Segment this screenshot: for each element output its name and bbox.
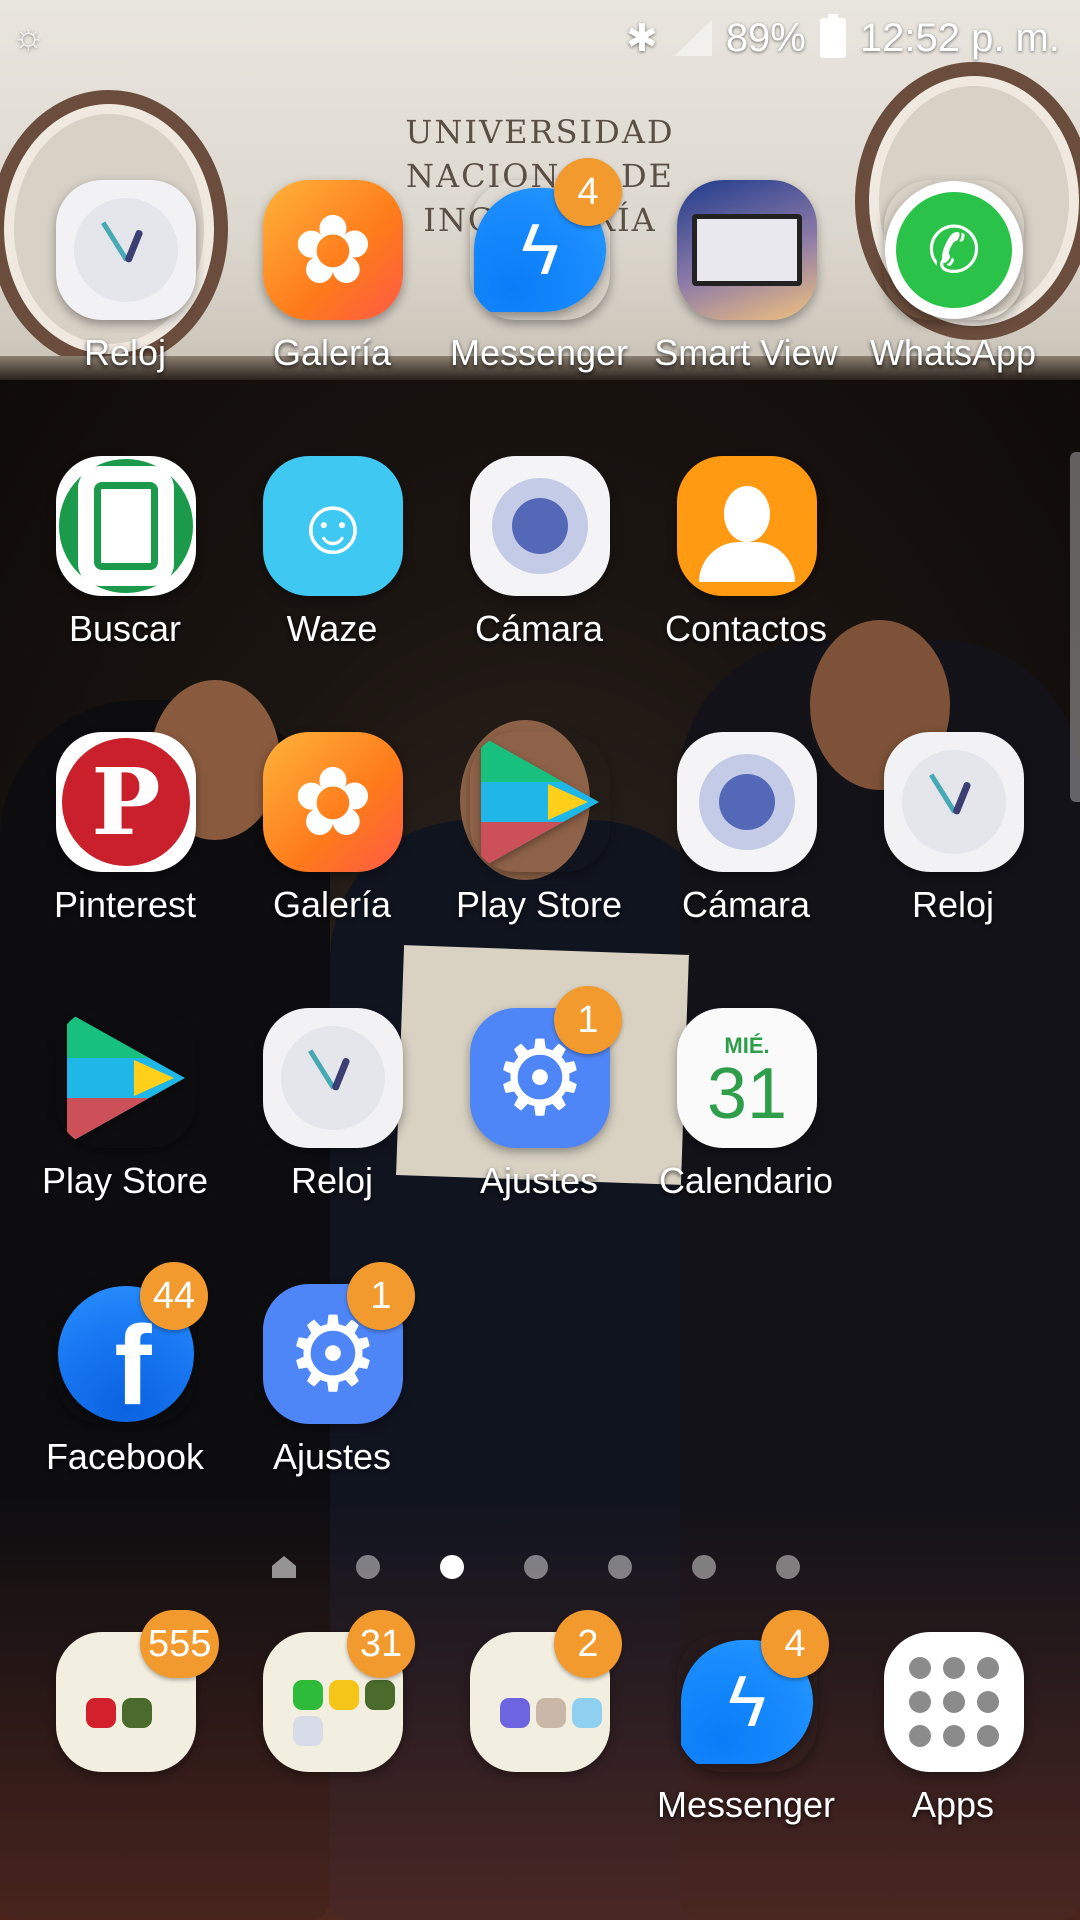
status-bar[interactable]: ☼ ✱ 89% 12:52 p. m. bbox=[0, 0, 1080, 76]
dock-folder-1[interactable]: 555 bbox=[30, 1610, 220, 1822]
internet-icon bbox=[500, 1698, 530, 1728]
app-label: Contactos bbox=[664, 608, 828, 649]
app-label: Ajustes bbox=[272, 1436, 392, 1477]
app-facebook[interactable]: f 44 Facebook bbox=[30, 1262, 220, 1477]
battery-icon bbox=[819, 14, 846, 58]
app-label: Facebook bbox=[45, 1436, 205, 1477]
app-buscar[interactable]: Buscar bbox=[30, 456, 220, 649]
notification-badge: 555 bbox=[140, 1610, 220, 1678]
pinterest-icon: P bbox=[56, 732, 196, 872]
clock-icon bbox=[263, 1008, 403, 1148]
app-label: Galería bbox=[272, 884, 392, 925]
app-contactos[interactable]: Contactos bbox=[651, 456, 841, 649]
app-play-store[interactable]: Play Store bbox=[30, 1008, 220, 1201]
app-label: Reloj bbox=[911, 884, 995, 925]
play-store-icon bbox=[470, 732, 610, 872]
notification-badge: 31 bbox=[347, 1610, 415, 1678]
app-reloj[interactable]: Reloj bbox=[858, 732, 1048, 925]
app-label: Apps bbox=[911, 1784, 995, 1825]
apps-grid-icon bbox=[884, 1632, 1024, 1772]
app-galeria[interactable]: ✿ Galería bbox=[237, 180, 427, 373]
app-reloj[interactable]: Reloj bbox=[237, 1008, 427, 1201]
waze-icon: ☺ bbox=[263, 456, 403, 596]
battery-percent: 89% bbox=[725, 15, 806, 60]
app-mini-icon bbox=[365, 1680, 395, 1710]
notification-badge: 2 bbox=[554, 1610, 622, 1678]
app-label: Play Store bbox=[455, 884, 623, 925]
weather-sun-cloud-icon: ☼ bbox=[12, 15, 45, 56]
gallery-icon: ✿ bbox=[263, 180, 403, 320]
page-dot[interactable] bbox=[356, 1555, 380, 1579]
page-dot[interactable] bbox=[776, 1555, 800, 1579]
app-label: Reloj bbox=[290, 1160, 374, 1201]
app-label: Smart View bbox=[654, 332, 838, 373]
signal-icon bbox=[672, 18, 712, 58]
app-label: Reloj bbox=[83, 332, 167, 373]
camera-icon bbox=[293, 1716, 323, 1746]
app-mini-icon bbox=[572, 1698, 602, 1728]
app-label: Pinterest bbox=[53, 884, 197, 925]
edge-panel-handle[interactable] bbox=[1070, 452, 1080, 802]
app-pinterest[interactable]: P Pinterest bbox=[30, 732, 220, 925]
app-smart-view[interactable]: Smart View bbox=[651, 180, 841, 373]
app-label: Ajustes bbox=[479, 1160, 599, 1201]
app-ajustes[interactable]: ⚙ 1 Ajustes bbox=[444, 986, 634, 1201]
notification-badge: 4 bbox=[761, 1610, 829, 1678]
page-dot[interactable] bbox=[524, 1555, 548, 1579]
page-dot[interactable] bbox=[692, 1555, 716, 1579]
find-device-icon bbox=[56, 456, 196, 596]
camera-icon bbox=[470, 456, 610, 596]
app-label: Play Store bbox=[41, 1160, 209, 1201]
whatsapp-icon: ✆ bbox=[884, 180, 1024, 320]
notification-badge: 4 bbox=[554, 158, 622, 226]
bluetooth-icon: ✱ bbox=[625, 17, 658, 60]
home-icon[interactable] bbox=[272, 1556, 296, 1578]
app-label: Galería bbox=[272, 332, 392, 373]
app-whatsapp[interactable]: ✆ WhatsApp bbox=[858, 180, 1048, 373]
app-mini-icon bbox=[536, 1698, 566, 1728]
pinterest-icon bbox=[86, 1698, 116, 1728]
app-galeria[interactable]: ✿ Galería bbox=[237, 732, 427, 925]
app-mini-icon bbox=[122, 1698, 152, 1728]
app-camara[interactable]: Cámara bbox=[444, 456, 634, 649]
clock-icon bbox=[56, 180, 196, 320]
dock-apps[interactable]: Apps bbox=[858, 1632, 1048, 1825]
notification-badge: 44 bbox=[140, 1262, 208, 1330]
notification-badge: 1 bbox=[347, 1262, 415, 1330]
app-label: Cámara bbox=[681, 884, 811, 925]
app-label: Buscar bbox=[68, 608, 182, 649]
app-label: Calendario bbox=[658, 1160, 834, 1201]
app-label: Messenger bbox=[656, 1784, 836, 1825]
page-indicator[interactable] bbox=[272, 1552, 800, 1582]
app-label: WhatsApp bbox=[869, 332, 1037, 373]
clock-icon bbox=[884, 732, 1024, 872]
app-ajustes[interactable]: ⚙ 1 Ajustes bbox=[237, 1262, 427, 1477]
dock-folder-3[interactable]: 2 bbox=[444, 1610, 634, 1822]
status-time: 12:52 p. m. bbox=[859, 15, 1060, 60]
app-waze[interactable]: ☺ Waze bbox=[237, 456, 427, 649]
play-store-icon bbox=[56, 1008, 196, 1148]
page-dot[interactable] bbox=[608, 1555, 632, 1579]
app-calendario[interactable]: MIÉ. 31 Calendario bbox=[651, 1008, 841, 1201]
camera-icon bbox=[677, 732, 817, 872]
contacts-icon bbox=[677, 456, 817, 596]
messages-icon bbox=[329, 1680, 359, 1710]
dock-folder-2[interactable]: 31 bbox=[237, 1610, 427, 1822]
app-camara[interactable]: Cámara bbox=[651, 732, 841, 925]
app-play-store[interactable]: Play Store bbox=[444, 732, 634, 925]
app-label: Cámara bbox=[474, 608, 604, 649]
calendar-icon: MIÉ. 31 bbox=[677, 1008, 817, 1148]
app-label: Waze bbox=[286, 608, 378, 649]
phone-icon bbox=[293, 1680, 323, 1710]
page-dot-active[interactable] bbox=[440, 1555, 464, 1579]
status-right: ✱ 89% 12:52 p. m. bbox=[626, 10, 1060, 66]
app-messenger[interactable]: ϟ 4 Messenger bbox=[444, 158, 634, 373]
app-reloj[interactable]: Reloj bbox=[30, 180, 220, 373]
smart-view-icon bbox=[677, 180, 817, 320]
app-label: Messenger bbox=[449, 332, 629, 373]
calendar-date: 31 bbox=[706, 1054, 788, 1134]
gallery-icon: ✿ bbox=[263, 732, 403, 872]
notification-badge: 1 bbox=[554, 986, 622, 1054]
dock-messenger[interactable]: ϟ 4 Messenger bbox=[651, 1610, 841, 1825]
